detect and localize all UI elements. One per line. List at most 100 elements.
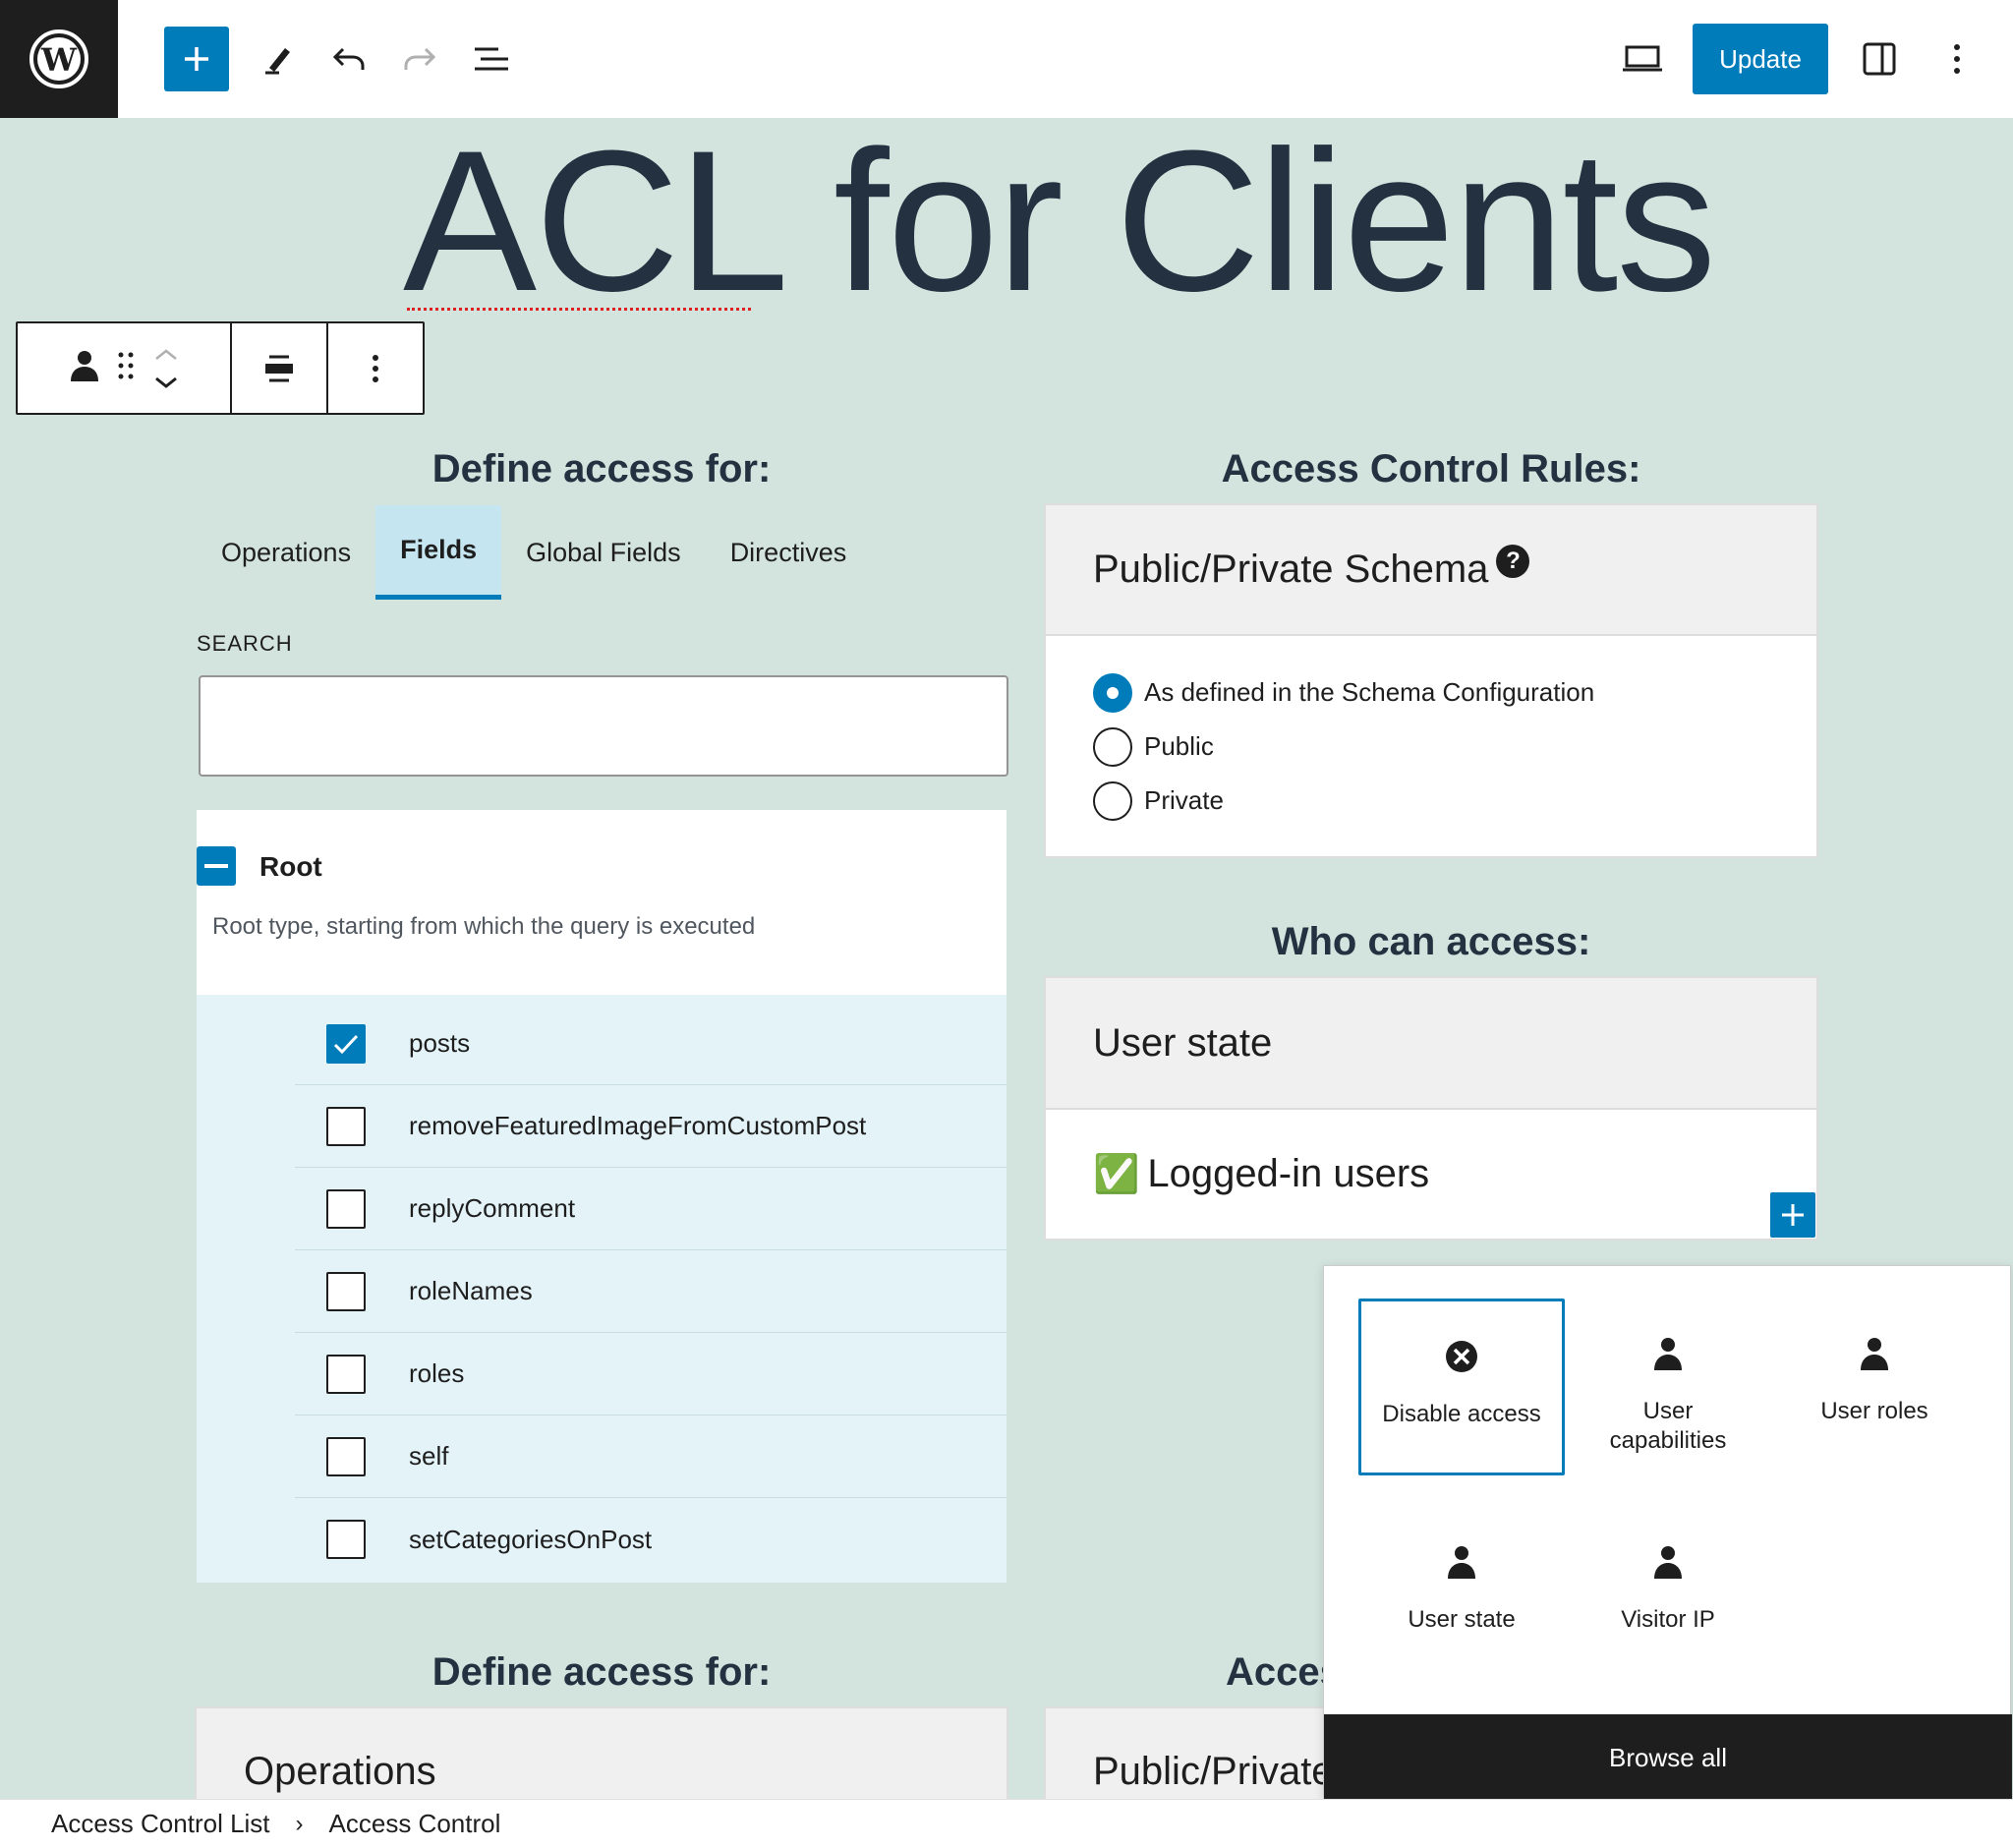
- block-inserter-popover: Disable access User capabilities User ro…: [1323, 1265, 2012, 1802]
- radio-button[interactable]: [1093, 780, 1132, 821]
- pencil-icon: [265, 48, 290, 75]
- drag-handle-icon: [118, 352, 134, 379]
- inserter-item-label: User capabilities: [1609, 1398, 1727, 1454]
- radio-option[interactable]: Public: [1093, 720, 1816, 774]
- define-access-heading-2: Define access for:: [431, 1650, 772, 1694]
- user-state-panel[interactable]: User state ✅ Logged-in users: [1044, 976, 1818, 1241]
- page-title[interactable]: ACL for Clients: [403, 116, 1716, 326]
- inserter-item-user-capabilities[interactable]: User capabilities: [1565, 1299, 1771, 1475]
- field-checkbox[interactable]: [326, 1354, 366, 1394]
- user-icon: [1448, 1546, 1475, 1579]
- undo-icon: [332, 47, 365, 70]
- inserter-item-user-state[interactable]: User state: [1358, 1507, 1565, 1684]
- list-item[interactable]: roles: [295, 1333, 1006, 1415]
- list-item[interactable]: removeFeaturedImageFromCustomPost: [295, 1085, 1006, 1168]
- help-icon[interactable]: ?: [1496, 544, 1530, 578]
- spellcheck-underline: [407, 307, 751, 311]
- field-checkbox[interactable]: [326, 1436, 366, 1476]
- schema-mode-title-2: Public/Private: [1093, 1749, 1334, 1793]
- list-item[interactable]: self: [295, 1415, 1006, 1498]
- block-type-button[interactable]: [70, 349, 99, 387]
- check-emoji-icon: ✅: [1093, 1153, 1140, 1195]
- fields-list: posts removeFeaturedImageFromCustomPost …: [197, 995, 1006, 1583]
- more-vertical-icon: [373, 354, 378, 382]
- undo-button[interactable]: [316, 27, 381, 91]
- drag-handle[interactable]: [117, 351, 135, 385]
- access-rules-heading: Access Control Rules:: [1221, 447, 1641, 491]
- search-label: SEARCH: [197, 631, 293, 656]
- user-icon: [1654, 1338, 1682, 1370]
- minus-icon: [204, 864, 228, 868]
- operations-panel-title: Operations: [244, 1749, 436, 1793]
- inserter-item-user-roles[interactable]: User roles: [1771, 1299, 1978, 1475]
- inserter-item-visitor-ip[interactable]: Visitor IP: [1565, 1507, 1771, 1684]
- tab-operations[interactable]: Operations: [197, 505, 375, 600]
- breadcrumb-item[interactable]: Access Control List: [51, 1809, 270, 1839]
- root-type-label: Root: [259, 851, 322, 882]
- plus-icon: [1782, 1204, 1804, 1226]
- list-item[interactable]: roleNames: [295, 1250, 1006, 1333]
- breadcrumb-separator-icon: ›: [295, 1810, 304, 1837]
- align-center-icon: [265, 355, 293, 381]
- sidebar-toggle-icon: [1863, 42, 1896, 76]
- browse-all-button[interactable]: Browse all: [1324, 1714, 2012, 1801]
- chevron-up-icon[interactable]: [154, 348, 178, 361]
- inserter-item-label: User state: [1408, 1606, 1516, 1633]
- add-block-button[interactable]: [164, 27, 229, 91]
- user-state-value-label: Logged-in users: [1147, 1152, 1430, 1195]
- block-options-button[interactable]: [328, 323, 423, 413]
- radio-option[interactable]: Private: [1093, 774, 1816, 828]
- root-collapse-toggle[interactable]: [197, 846, 236, 886]
- inserter-item-disable-access[interactable]: Disable access: [1358, 1299, 1565, 1475]
- move-buttons[interactable]: [154, 348, 178, 388]
- redo-icon: [404, 47, 436, 70]
- radio-button[interactable]: [1093, 672, 1132, 713]
- tab-directives[interactable]: Directives: [706, 505, 872, 600]
- tab-fields[interactable]: Fields: [375, 505, 502, 600]
- field-checkbox[interactable]: [326, 1106, 366, 1146]
- root-type-panel: Root Root type, starting from which the …: [197, 810, 1006, 995]
- block-toolbar: [16, 321, 425, 415]
- align-button[interactable]: [232, 323, 328, 413]
- settings-sidebar-button[interactable]: [1847, 27, 1912, 91]
- radio-button[interactable]: [1093, 726, 1132, 767]
- radio-label: Private: [1144, 785, 1224, 815]
- field-checkbox[interactable]: [326, 1023, 366, 1064]
- add-rule-button[interactable]: [1770, 1192, 1815, 1238]
- field-checkbox[interactable]: [326, 1520, 366, 1559]
- list-item[interactable]: replyComment: [295, 1168, 1006, 1250]
- list-item[interactable]: posts: [295, 1003, 1006, 1085]
- editor-top-toolbar: W Update: [0, 0, 2013, 118]
- redo-button[interactable]: [387, 27, 452, 91]
- block-toolbar-mover-group: [18, 323, 232, 413]
- schema-mode-options: As defined in the Schema Configuration P…: [1046, 636, 1816, 828]
- user-state-title: User state: [1093, 1020, 1273, 1065]
- list-item[interactable]: setCategoriesOnPost: [295, 1498, 1006, 1581]
- user-state-panel-header: User state: [1046, 978, 1816, 1110]
- chevron-down-icon[interactable]: [154, 376, 178, 388]
- field-label: roles: [409, 1358, 465, 1388]
- schema-mode-title: Public/Private Schema: [1093, 548, 1489, 591]
- options-button[interactable]: [1925, 27, 1989, 91]
- field-label: removeFeaturedImageFromCustomPost: [409, 1111, 867, 1140]
- radio-label: As defined in the Schema Configuration: [1144, 677, 1595, 707]
- radio-option[interactable]: As defined in the Schema Configuration: [1093, 665, 1816, 720]
- tab-global-fields[interactable]: Global Fields: [501, 505, 706, 600]
- svg-text:W: W: [40, 41, 78, 79]
- breadcrumb-item[interactable]: Access Control: [329, 1809, 501, 1839]
- plus-icon: [185, 47, 208, 71]
- preview-button[interactable]: [1610, 27, 1675, 91]
- list-view-icon: [475, 47, 508, 71]
- breadcrumb: Access Control List › Access Control: [0, 1799, 2013, 1848]
- search-input[interactable]: [199, 675, 1008, 777]
- schema-mode-panel: Public/Private Schema ? As defined in th…: [1044, 503, 1818, 858]
- desktop-preview-icon: [1623, 45, 1662, 72]
- operations-panel: Operations: [195, 1706, 1008, 1805]
- field-checkbox[interactable]: [326, 1188, 366, 1229]
- wordpress-logo[interactable]: W: [0, 0, 118, 118]
- update-button[interactable]: Update: [1693, 24, 1828, 94]
- list-view-button[interactable]: [459, 27, 524, 91]
- field-label: self: [409, 1441, 449, 1471]
- tools-button[interactable]: [246, 27, 311, 91]
- field-checkbox[interactable]: [326, 1271, 366, 1311]
